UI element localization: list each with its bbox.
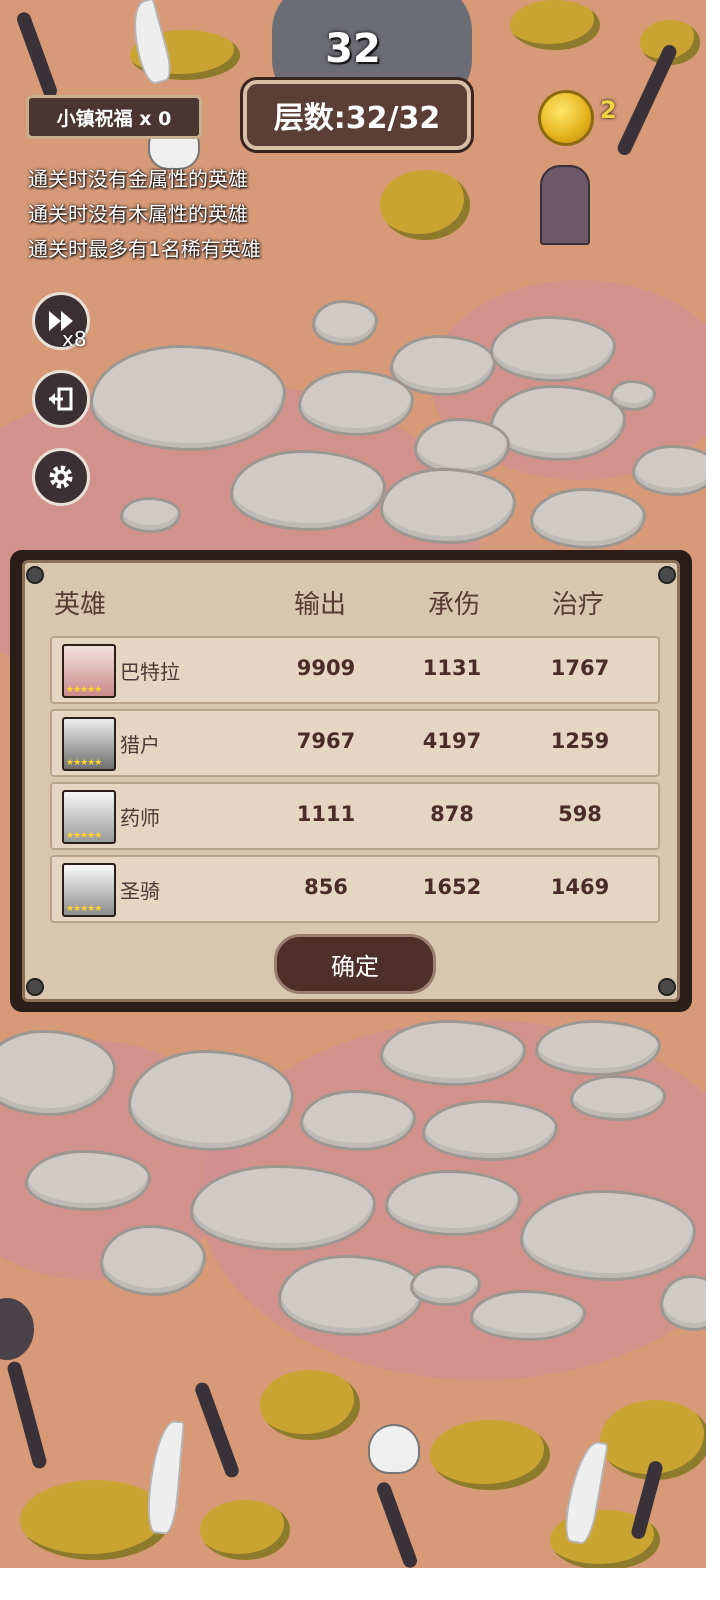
hero-name: 圣骑: [120, 879, 160, 903]
output-value: 9909: [296, 656, 356, 680]
header-hero: 英雄: [54, 590, 107, 620]
coin-count: 2: [600, 96, 617, 124]
condition-item: 通关时最多有1名稀有英雄: [28, 237, 261, 261]
condition-item: 通关时没有金属性的英雄: [28, 167, 248, 191]
confirm-button[interactable]: 确定: [274, 934, 436, 994]
damage-taken-value: 1652: [422, 875, 482, 899]
table-row: ★★★★★ 猎户 7967 4197 1259: [50, 709, 660, 777]
hero-avatar: ★★★★★: [62, 717, 116, 771]
healing-value: 1767: [550, 656, 610, 680]
floor-number: 32: [325, 26, 381, 72]
condition-item: 通关时没有木属性的英雄: [28, 202, 248, 226]
level-conditions: 通关时没有金属性的英雄 通关时没有木属性的英雄 通关时最多有1名稀有英雄: [28, 162, 261, 267]
table-row: ★★★★★ 巴特拉 9909 1131 1767: [50, 636, 660, 704]
output-value: 856: [304, 875, 348, 899]
table-row: ★★★★★ 圣骑 856 1652 1469: [50, 855, 660, 923]
hero-avatar: ★★★★★: [62, 790, 116, 844]
header-healing: 治疗: [552, 590, 605, 620]
settings-button[interactable]: [32, 448, 90, 506]
header-output: 输出: [294, 590, 347, 620]
damage-taken-value: 4197: [422, 729, 482, 753]
floor-label: 层数:32/32: [273, 101, 441, 136]
hero-name: 药师: [120, 806, 160, 830]
skull-icon: [368, 1424, 420, 1474]
output-value: 7967: [296, 729, 356, 753]
confirm-label: 确定: [331, 952, 379, 981]
exit-button[interactable]: [32, 370, 90, 428]
healing-value: 598: [558, 802, 602, 826]
speed-multiplier: x8: [62, 327, 87, 351]
healing-value: 1469: [550, 875, 610, 899]
hero-name: 巴特拉: [120, 660, 180, 684]
header-damage-taken: 承伤: [428, 590, 481, 620]
damage-taken-value: 1131: [422, 656, 482, 680]
exit-icon: [49, 387, 73, 411]
gear-icon: [49, 465, 73, 489]
town-blessing-badge[interactable]: 小镇祝福 x 0: [26, 95, 202, 139]
hero-name: 猎户: [120, 733, 160, 757]
hero-avatar: ★★★★★: [62, 863, 116, 917]
output-value: 1111: [296, 802, 356, 826]
floor-banner: 层数:32/32: [243, 80, 471, 150]
coin-icon: [538, 90, 594, 146]
table-row: ★★★★★ 药师 1111 878 598: [50, 782, 660, 850]
healing-value: 1259: [550, 729, 610, 753]
hero-avatar: ★★★★★: [62, 644, 116, 698]
blessing-label: 小镇祝福 x 0: [56, 107, 172, 130]
damage-taken-value: 878: [430, 802, 474, 826]
